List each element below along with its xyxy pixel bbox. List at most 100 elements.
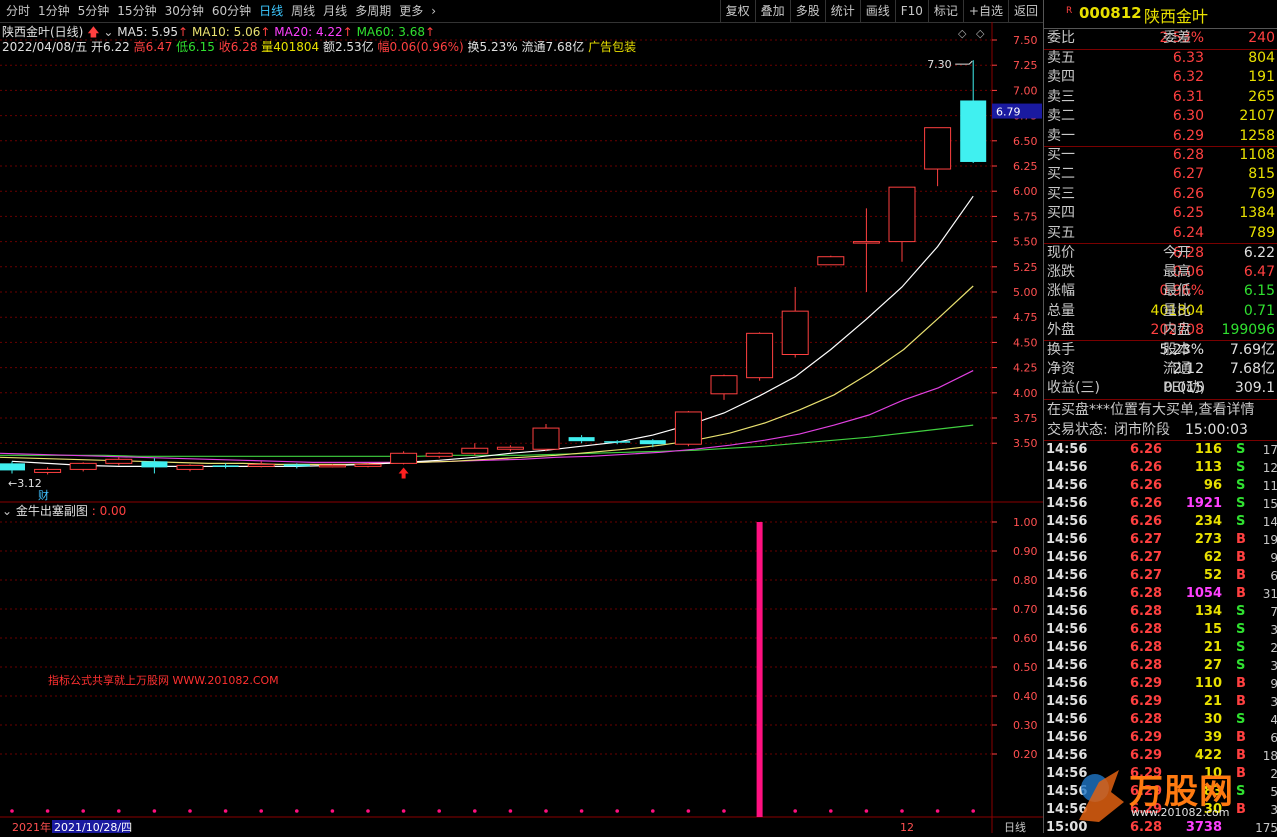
sub-chart-title[interactable]: 金牛出塞副图 xyxy=(16,504,88,518)
brand-logo: 万股网 www.201082.com xyxy=(1069,762,1269,830)
tool-button-8[interactable]: 返回 xyxy=(1007,0,1043,22)
candle-body[interactable] xyxy=(283,464,310,467)
tool-button-2[interactable]: 多股 xyxy=(789,0,825,22)
candle-body[interactable] xyxy=(710,375,738,395)
trade-status-row: 交易状态: 闭市阶段 15:00:03 xyxy=(1044,421,1277,440)
candle-body[interactable] xyxy=(354,463,382,467)
tab-2[interactable]: 5分钟 xyxy=(74,0,114,22)
price-axis-label: 4.25 xyxy=(1013,362,1038,375)
candle-body[interactable] xyxy=(425,452,453,457)
high-mark-arrow xyxy=(955,60,973,65)
candle-body[interactable] xyxy=(34,468,62,473)
quote-label-2: 量比 xyxy=(1163,302,1191,319)
zero-dot xyxy=(864,809,869,813)
tick-count: 17 xyxy=(1262,443,1277,457)
tick-direction: B xyxy=(1236,550,1246,565)
candle-body[interactable] xyxy=(604,441,631,443)
bid-volume: 1384 xyxy=(1239,205,1275,222)
candle-body[interactable] xyxy=(318,464,346,468)
tick-price: 6.28 xyxy=(1130,640,1163,655)
tool-button-3[interactable]: 统计 xyxy=(824,0,860,22)
tab-5[interactable]: 60分钟 xyxy=(208,0,255,22)
tick-time: 14:56 xyxy=(1046,460,1088,475)
diamond-icon[interactable]: ◇ xyxy=(958,27,967,40)
quote-row: 外盘 202708 内盘 199096 xyxy=(1044,321,1277,340)
candle-body[interactable] xyxy=(746,332,774,379)
buy-arrow-icon xyxy=(398,467,409,479)
chevron-right-icon[interactable]: › xyxy=(427,0,440,22)
tab-4[interactable]: 30分钟 xyxy=(161,0,208,22)
tool-button-0[interactable]: 复权 xyxy=(719,0,755,22)
quote-label: 涨跌 xyxy=(1047,264,1075,281)
sub-axis-label: 0.50 xyxy=(1013,661,1038,674)
ask-price: 6.33 xyxy=(1172,50,1204,66)
candle-body[interactable] xyxy=(212,465,239,467)
tool-button-6[interactable]: 标记 xyxy=(927,0,963,22)
bid-row[interactable]: 买三 6.26 769 xyxy=(1044,185,1277,204)
candle-body[interactable] xyxy=(924,127,952,170)
tick-volume: 234 xyxy=(1194,514,1222,529)
tool-button-1[interactable]: 叠加 xyxy=(754,0,790,22)
candle-body[interactable] xyxy=(105,458,133,464)
bid-row[interactable]: 买五 6.24 789 xyxy=(1044,224,1277,243)
ask-row[interactable]: 卖二 6.30 2107 xyxy=(1044,107,1277,126)
tick-count: 3 xyxy=(1270,659,1277,673)
ask-row[interactable]: 卖三 6.31 265 xyxy=(1044,88,1277,107)
candle-body[interactable] xyxy=(639,440,666,445)
quote-label-2: 最高 xyxy=(1163,264,1191,281)
tab-0[interactable]: 分时 xyxy=(2,0,34,22)
bid-row[interactable]: 买一 6.28 1108 xyxy=(1044,146,1277,165)
bid-price: 6.27 xyxy=(1172,166,1204,183)
candle-body[interactable] xyxy=(496,446,524,450)
period-label[interactable]: 日线 xyxy=(1004,820,1026,833)
tool-button-7[interactable]: +自选 xyxy=(962,0,1008,22)
tab-8[interactable]: 月线 xyxy=(319,0,351,22)
ask-volume: 804 xyxy=(1248,50,1275,66)
tab-9[interactable]: 多周期 xyxy=(351,0,395,22)
tab-10[interactable]: 更多 xyxy=(395,0,427,22)
tab-7[interactable]: 周线 xyxy=(287,0,319,22)
zero-dot xyxy=(366,809,370,813)
candle-body[interactable] xyxy=(817,256,845,266)
price-axis-label: 6.25 xyxy=(1013,160,1038,173)
candle-body[interactable] xyxy=(674,411,702,445)
ask-row[interactable]: 卖五 6.33 804 xyxy=(1044,49,1277,68)
tick-time: 14:56 xyxy=(1046,676,1088,691)
candle-body[interactable] xyxy=(852,241,880,244)
candle-body[interactable] xyxy=(461,447,489,454)
tab-3[interactable]: 15分钟 xyxy=(113,0,160,22)
finance-mark[interactable]: 财 xyxy=(38,488,49,502)
candle-body[interactable] xyxy=(390,452,418,464)
candle-body[interactable] xyxy=(960,100,987,162)
settings-icon[interactable]: ◇ xyxy=(976,27,985,40)
bid-row[interactable]: 买四 6.25 1384 xyxy=(1044,204,1277,223)
tab-6[interactable]: 日线 xyxy=(255,0,287,22)
bid-row[interactable]: 买二 6.27 815 xyxy=(1044,165,1277,184)
candle-body[interactable] xyxy=(781,310,809,355)
zero-dot xyxy=(188,809,192,813)
tick-price: 6.29 xyxy=(1130,694,1163,709)
candle-body[interactable] xyxy=(69,462,97,470)
kline-chart[interactable]: 7.507.257.006.756.506.256.005.755.505.25… xyxy=(0,22,1043,833)
candle-body[interactable] xyxy=(141,461,168,468)
notice-text[interactable]: 在买盘***位置有大买单,查看详情 xyxy=(1047,401,1254,420)
tick-count: 11 xyxy=(1262,479,1277,493)
ma10-line xyxy=(0,285,974,465)
candle-body[interactable] xyxy=(176,464,204,470)
tool-button-4[interactable]: 画线 xyxy=(859,0,895,22)
quote-label-2: 今开 xyxy=(1163,245,1191,261)
ask-row[interactable]: 卖一 6.29 1258 xyxy=(1044,127,1277,146)
tab-1[interactable]: 1分钟 xyxy=(34,0,74,22)
candle-body[interactable] xyxy=(532,427,560,450)
tool-button-5[interactable]: F10 xyxy=(894,0,928,22)
ask-label: 卖二 xyxy=(1047,108,1075,125)
candle-body[interactable] xyxy=(568,437,595,442)
candle-body[interactable] xyxy=(0,463,25,471)
sub-axis-label: 0.90 xyxy=(1013,545,1038,558)
tick-direction: B xyxy=(1236,676,1246,691)
candle-body[interactable] xyxy=(888,186,916,243)
big-order-notice[interactable]: 在买盘***位置有大买单,查看详情 xyxy=(1044,401,1277,420)
candle-body[interactable] xyxy=(247,463,275,467)
ask-row[interactable]: 卖四 6.32 191 xyxy=(1044,68,1277,87)
chevron-down-icon[interactable]: ⌄ xyxy=(2,504,12,518)
